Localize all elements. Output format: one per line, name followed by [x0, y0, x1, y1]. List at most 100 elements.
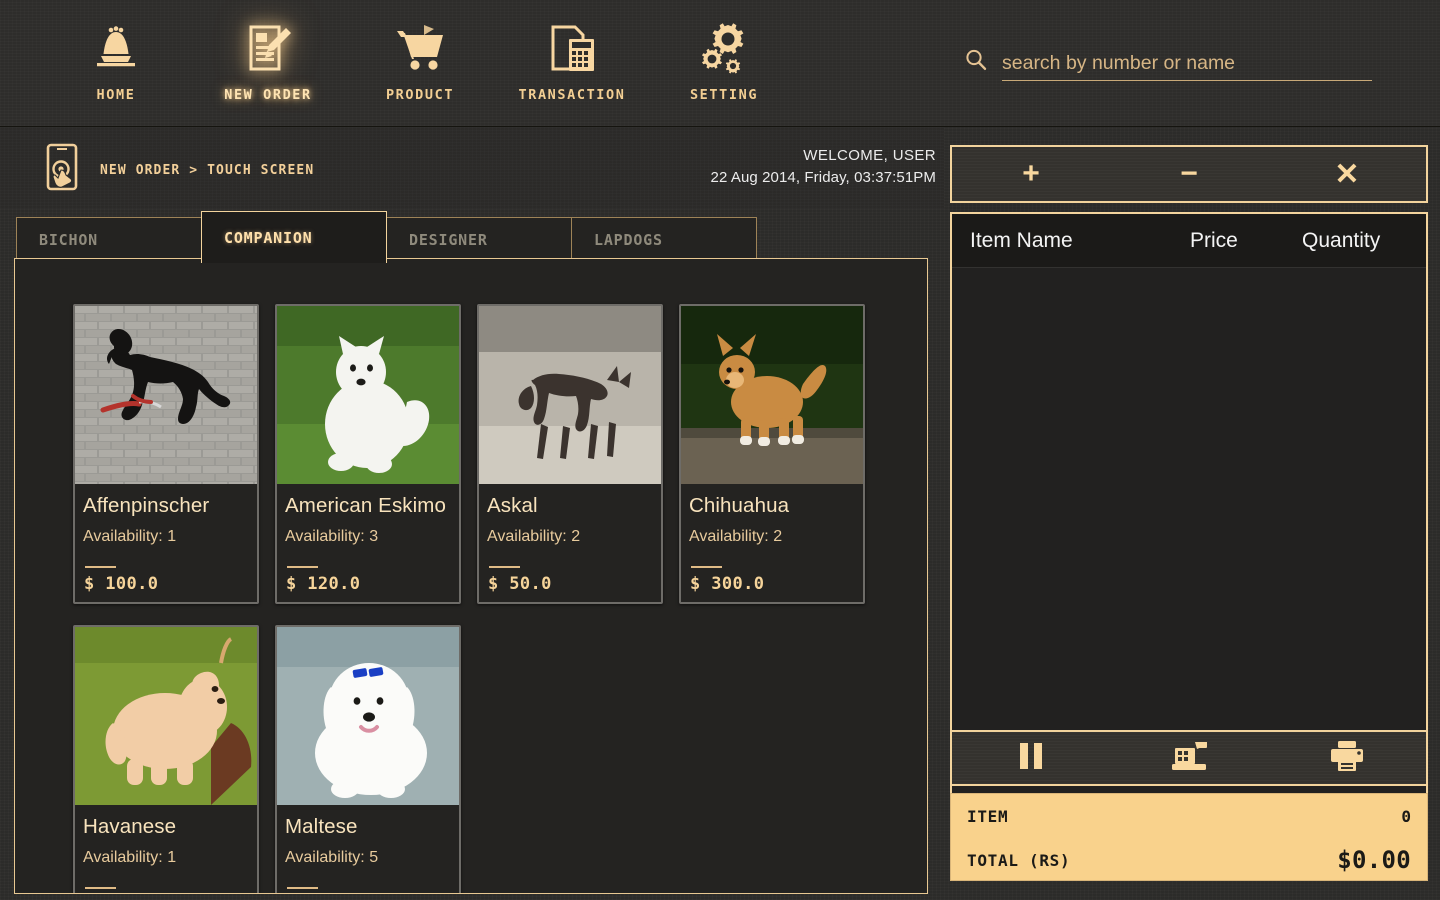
product-card[interactable]: Chihuahua Availability: 2 $ 300.0	[679, 304, 865, 604]
order-right-column: + − ✕ Item Name Price Quantity ITEM 0 TO…	[944, 127, 1440, 900]
nav-item-product-label: PRODUCT	[385, 87, 455, 103]
nav-item-product[interactable]: PRODUCT	[344, 8, 496, 116]
product-grid[interactable]: Affenpinscher Availability: 1 $ 100.0 Am…	[15, 259, 927, 893]
tab-lapdogs-label: LAPDOGS	[594, 231, 663, 249]
product-name: Chihuahua	[689, 494, 790, 517]
nav-item-transaction[interactable]: TRANSACTION	[496, 8, 648, 116]
product-card[interactable]: American Eskimo Availability: 3 $ 120.0	[275, 304, 461, 604]
nav-item-list: HOME NEW ORDER PRODUCT TRANSACTION SETTI…	[40, 8, 800, 116]
divider	[85, 887, 116, 889]
divider	[489, 566, 520, 568]
shopping-cart-icon	[391, 16, 449, 80]
top-navigation-bar: HOME NEW ORDER PRODUCT TRANSACTION SETTI…	[0, 0, 1440, 127]
welcome-user: WELCOME, USER	[803, 147, 936, 164]
tab-designer-label: DESIGNER	[409, 231, 488, 249]
item-count-value: 0	[1401, 806, 1411, 826]
order-action-toolbar	[950, 730, 1428, 786]
product-price: $ 300.0	[690, 574, 765, 594]
cart-header-price: Price	[1190, 228, 1238, 252]
totals-panel: ITEM 0 TOTAL (RS) $0.00	[950, 793, 1428, 881]
product-availability: Availability: 2	[689, 528, 783, 545]
remove-item-button[interactable]: ✕	[1268, 147, 1426, 201]
tab-companion[interactable]: COMPANION	[201, 211, 387, 263]
product-name: American Eskimo	[285, 494, 446, 517]
product-info: Affenpinscher Availability: 1 $ 100.0	[75, 484, 257, 602]
bell-icon	[87, 16, 145, 80]
product-name: Askal	[487, 494, 538, 517]
product-photo-maltese	[277, 627, 459, 805]
product-photo-askal	[479, 306, 661, 484]
pos-application: HOME NEW ORDER PRODUCT TRANSACTION SETTI…	[0, 0, 1440, 900]
printer-icon	[1328, 739, 1366, 778]
product-availability: Availability: 3	[285, 528, 379, 545]
product-card[interactable]: Maltese Availability: 5 $ 200.0	[275, 625, 461, 893]
search-input[interactable]	[1002, 52, 1372, 81]
cart-header-quantity: Quantity	[1302, 228, 1381, 252]
product-price: $ 50.0	[488, 574, 552, 594]
category-tab-bar: BICHON COMPANION DESIGNER LAPDOGS	[16, 211, 757, 263]
product-photo-american-eskimo	[277, 306, 459, 484]
nav-item-transaction-label: TRANSACTION	[518, 87, 626, 103]
product-availability: Availability: 2	[487, 528, 581, 545]
decrease-quantity-button[interactable]: −	[1110, 147, 1268, 201]
checkout-button[interactable]	[1110, 732, 1268, 784]
product-name: Maltese	[285, 815, 358, 838]
product-info: American Eskimo Availability: 3 $ 120.0	[277, 484, 459, 602]
product-name: Affenpinscher	[83, 494, 210, 517]
document-calculator-icon	[543, 16, 601, 80]
tab-designer[interactable]: DESIGNER	[386, 217, 572, 263]
product-availability: Availability: 5	[285, 849, 379, 866]
cart-header-item-name: Item Name	[970, 228, 1073, 252]
total-value: $0.00	[1337, 846, 1411, 874]
product-availability: Availability: 1	[83, 528, 177, 545]
divider	[85, 566, 116, 568]
nav-item-new-order[interactable]: NEW ORDER	[192, 8, 344, 116]
product-info: Chihuahua Availability: 2 $ 300.0	[681, 484, 863, 602]
product-price: $ 100.0	[84, 574, 159, 594]
divider	[691, 566, 722, 568]
search-bar	[964, 48, 1372, 81]
pause-icon	[1015, 739, 1047, 778]
cart-column-headers: Item Name Price Quantity	[952, 214, 1426, 268]
close-icon: ✕	[1334, 157, 1360, 191]
tab-bichon-label: BICHON	[39, 231, 98, 249]
plus-icon: +	[1022, 157, 1040, 190]
product-info: Maltese Availability: 5 $ 200.0	[277, 805, 459, 893]
minus-icon: −	[1180, 157, 1198, 190]
product-card[interactable]: Askal Availability: 2 $ 50.0	[477, 304, 663, 604]
breadcrumb-bar: NEW ORDER > TOUCH SCREEN WELCOME, USER 2…	[0, 127, 944, 209]
nav-item-new-order-label: NEW ORDER	[224, 87, 312, 103]
touch-screen-icon	[44, 143, 82, 198]
increase-quantity-button[interactable]: +	[952, 147, 1110, 201]
product-availability: Availability: 1	[83, 849, 177, 866]
product-card[interactable]: Affenpinscher Availability: 1 $ 100.0	[73, 304, 259, 604]
nav-item-home[interactable]: HOME	[40, 8, 192, 116]
welcome-datetime: 22 Aug 2014, Friday, 03:37:51PM	[710, 169, 936, 186]
tab-bichon[interactable]: BICHON	[16, 217, 202, 263]
product-panel: Affenpinscher Availability: 1 $ 100.0 Am…	[14, 258, 928, 894]
nav-item-setting[interactable]: SETTING	[648, 8, 800, 116]
tab-companion-label: COMPANION	[224, 228, 313, 247]
gears-icon	[695, 16, 753, 80]
order-left-column: NEW ORDER > TOUCH SCREEN WELCOME, USER 2…	[0, 127, 944, 900]
order-document-pencil-icon	[239, 16, 297, 80]
nav-item-setting-label: SETTING	[689, 87, 759, 103]
product-info: Havanese Availability: 1 $ 150.0	[75, 805, 257, 893]
item-count-label: ITEM	[967, 806, 1009, 826]
cash-register-icon	[1169, 738, 1209, 779]
tab-lapdogs[interactable]: LAPDOGS	[571, 217, 757, 263]
product-card[interactable]: Havanese Availability: 1 $ 150.0	[73, 625, 259, 893]
product-price: $ 120.0	[286, 574, 361, 594]
divider	[287, 566, 318, 568]
search-icon[interactable]	[964, 48, 988, 81]
quantity-toolbar: + − ✕	[950, 145, 1428, 203]
hold-order-button[interactable]	[952, 732, 1110, 784]
welcome-block: WELCOME, USER 22 Aug 2014, Friday, 03:37…	[711, 145, 936, 189]
breadcrumb-text: NEW ORDER > TOUCH SCREEN	[100, 163, 315, 178]
total-row: TOTAL (RS) $0.00	[951, 838, 1427, 882]
print-receipt-button[interactable]	[1268, 732, 1426, 784]
product-name: Havanese	[83, 815, 177, 838]
product-info: Askal Availability: 2 $ 50.0	[479, 484, 661, 602]
product-photo-affenpinscher	[75, 306, 257, 484]
divider	[287, 887, 318, 889]
